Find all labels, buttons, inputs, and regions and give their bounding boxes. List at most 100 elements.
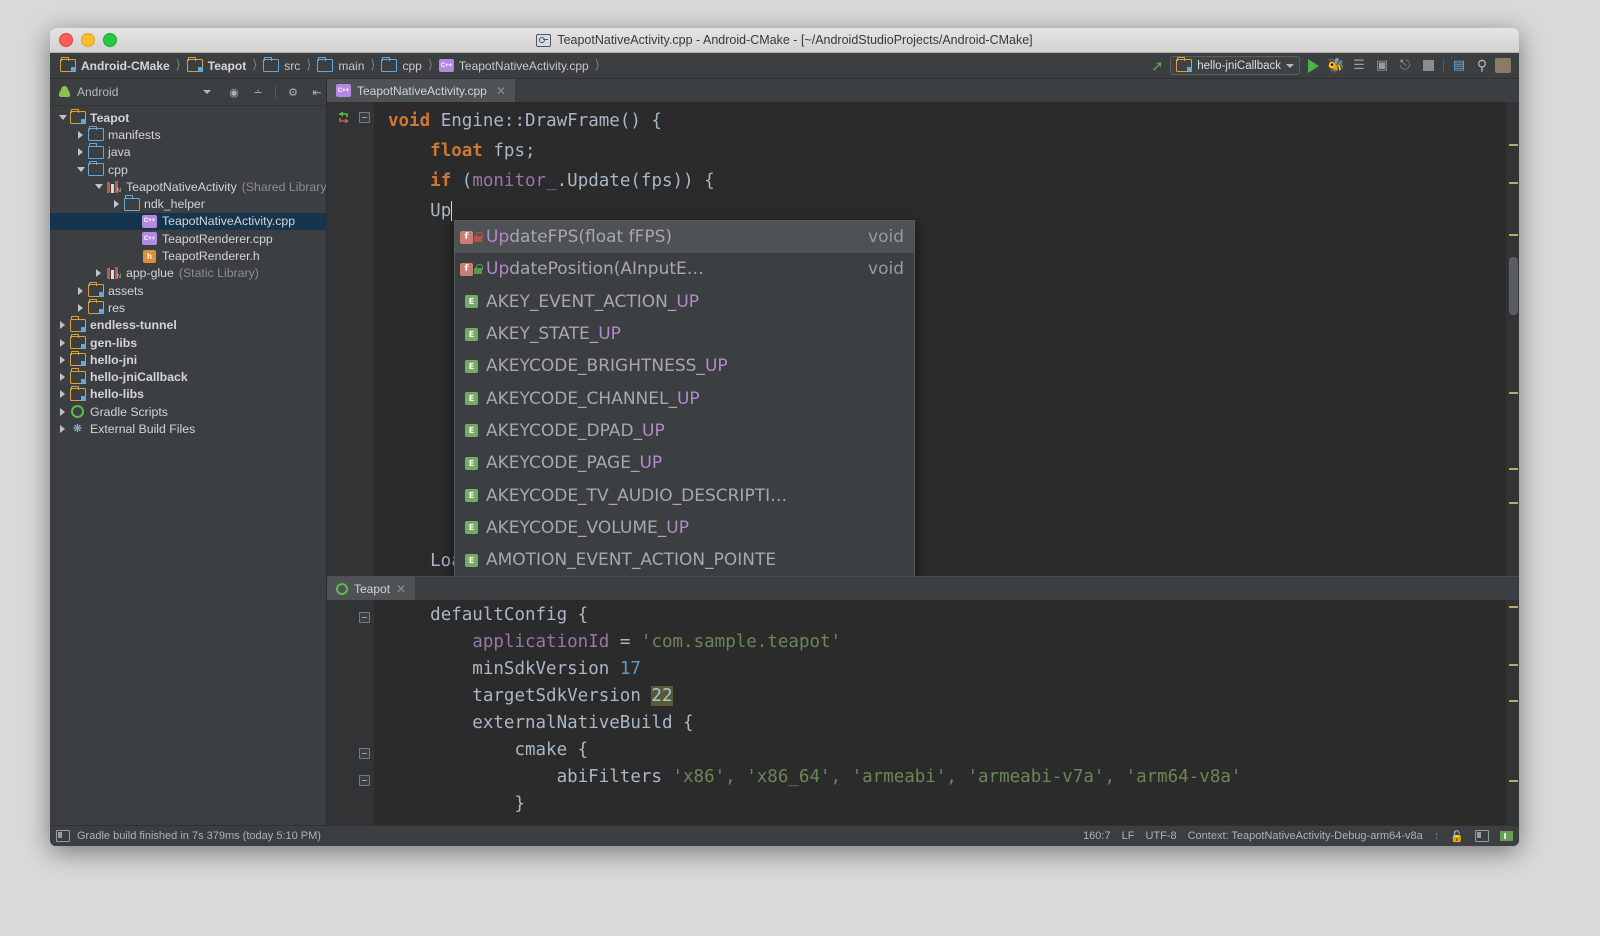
chevron-right-icon[interactable] <box>92 269 105 277</box>
tree-node-gen-libs[interactable]: gen-libs <box>50 334 326 351</box>
search-icon[interactable]: ⚲ <box>1472 57 1492 75</box>
tree-node-teapotnativeactivity-cpp[interactable]: TeapotNativeActivity.cpp <box>50 213 326 230</box>
tree-node-cpp[interactable]: cpp <box>50 161 326 178</box>
editor-vertical-scrollbar[interactable] <box>1509 257 1518 315</box>
chevron-right-icon[interactable] <box>56 321 69 329</box>
memory-indicator[interactable] <box>1500 831 1513 841</box>
chevron-down-icon[interactable] <box>74 167 87 172</box>
completion-item[interactable]: AKEYCODE_CHANNEL_UP <box>455 382 914 414</box>
chevron-right-icon[interactable] <box>56 356 69 364</box>
completion-item[interactable]: AKEY_EVENT_ACTION_UP <box>455 286 914 318</box>
gradle-code-area[interactable]: defaultConfig { applicationId = 'com.sam… <box>374 600 1519 825</box>
collapse-all-icon[interactable]: ∸ <box>249 83 267 101</box>
fold-marker[interactable] <box>359 612 370 623</box>
tree-node-endless-tunnel[interactable]: endless-tunnel <box>50 317 326 334</box>
completion-item[interactable]: AMOTION_EVENT_ACTION_POINTE <box>455 544 914 576</box>
gradle-editor[interactable]: defaultConfig { applicationId = 'com.sam… <box>327 600 1519 825</box>
locate-icon[interactable]: ◉ <box>225 83 243 101</box>
tree-node-gradle-scripts[interactable]: Gradle Scripts <box>50 403 326 420</box>
fold-marker[interactable] <box>359 775 370 786</box>
profile-icon[interactable]: ☰ <box>1349 57 1369 75</box>
editor-gutter[interactable] <box>327 102 374 576</box>
chevron-right-icon[interactable] <box>74 287 87 295</box>
run-configuration-selector[interactable]: hello-jniCallback <box>1170 56 1300 75</box>
editor-marker-column[interactable] <box>1506 102 1519 576</box>
completion-item[interactable]: AKEYCODE_TV_AUDIO_DESCRIPTI… <box>455 479 914 511</box>
tree-node-hello-libs[interactable]: hello-libs <box>50 386 326 403</box>
project-view-selector[interactable]: Android <box>77 85 197 99</box>
code-completion-popup[interactable]: UpdateFPS(float fFPS)voidUpdatePosition(… <box>454 220 915 576</box>
context-chevron-icon[interactable]: ↕ <box>1434 830 1440 842</box>
completion-item[interactable]: AKEYCODE_VOLUME_UP <box>455 512 914 544</box>
debug-icon[interactable]: 🐝 <box>1326 57 1346 75</box>
attach-debugger-icon[interactable]: ▣ <box>1372 57 1392 75</box>
tree-node-ndk-helper[interactable]: ndk_helper <box>50 195 326 212</box>
caret-position[interactable]: 160:7 <box>1083 830 1111 842</box>
breadcrumb-item-android-cmake[interactable]: Android-CMake <box>56 59 172 73</box>
close-icon[interactable]: ✕ <box>396 582 406 596</box>
apply-changes-icon[interactable]: ⎋ <box>1395 57 1415 75</box>
tree-node-manifests[interactable]: manifests <box>50 126 326 143</box>
gradle-gutter[interactable] <box>327 600 374 825</box>
editor-column: TeapotNativeActivity.cpp ✕ <box>327 79 1519 825</box>
fold-marker[interactable] <box>359 112 370 123</box>
completion-item[interactable]: AKEY_STATE_UP <box>455 318 914 350</box>
breadcrumb-item-file[interactable]: TeapotNativeActivity.cpp <box>435 59 591 73</box>
lock-icon[interactable]: 🔓 <box>1450 830 1464 843</box>
fold-marker[interactable] <box>359 748 370 759</box>
tree-node-hello-jnicallback[interactable]: hello-jniCallback <box>50 368 326 385</box>
chevron-down-icon[interactable] <box>92 184 105 189</box>
lock-icon <box>474 232 482 242</box>
tree-node-teapotnativeactivity[interactable]: NTeapotNativeActivity(Shared Library) <box>50 178 326 195</box>
breadcrumb-item-teapot[interactable]: Teapot <box>183 59 248 73</box>
hide-icon[interactable]: ⇤ <box>308 83 326 101</box>
chevron-down-icon[interactable] <box>203 90 211 94</box>
avatar-icon[interactable] <box>1495 58 1511 73</box>
line-separator[interactable]: LF <box>1122 830 1135 842</box>
chevron-right-icon[interactable] <box>56 408 69 416</box>
tree-node-res[interactable]: res <box>50 299 326 316</box>
tab-teapot-gradle[interactable]: Teapot ✕ <box>327 577 415 600</box>
tree-node-assets[interactable]: assets <box>50 282 326 299</box>
stop-icon[interactable] <box>1418 57 1438 75</box>
completion-item[interactable]: UpdateFPS(float fFPS)void <box>455 221 914 253</box>
tree-node-teapot[interactable]: Teapot <box>50 109 326 126</box>
chevron-down-icon[interactable] <box>56 115 69 120</box>
chevron-right-icon[interactable] <box>110 200 123 208</box>
toggle-tool-windows-icon[interactable] <box>56 830 70 842</box>
tree-node-java[interactable]: java <box>50 144 326 161</box>
tree-node-external-build-files[interactable]: ❋External Build Files <box>50 420 326 437</box>
avd-manager-icon[interactable]: ▤ <box>1449 57 1469 75</box>
tab-teapotnativeactivity-cpp[interactable]: TeapotNativeActivity.cpp ✕ <box>327 79 515 102</box>
code-text-area[interactable]: void Engine::DrawFrame() { float fps; if… <box>374 102 1519 576</box>
chevron-right-icon[interactable] <box>56 425 69 433</box>
chevron-right-icon[interactable] <box>56 390 69 398</box>
main-toolbar: ➚ hello-jniCallback 🐝 ☰ ▣ ⎋ ▤ ⚲ <box>1147 56 1519 75</box>
chevron-right-icon[interactable] <box>74 131 87 139</box>
sync-gradle-icon[interactable]: ➚ <box>1147 57 1167 75</box>
completion-item[interactable]: AKEYCODE_PAGE_UP <box>455 447 914 479</box>
chevron-right-icon[interactable] <box>74 304 87 312</box>
run-icon[interactable] <box>1303 57 1323 75</box>
chevron-right-icon[interactable] <box>74 148 87 156</box>
close-icon[interactable]: ✕ <box>496 84 506 98</box>
completion-item[interactable]: AKEYCODE_BRIGHTNESS_UP <box>455 350 914 382</box>
completion-item[interactable]: UpdatePosition(AInputE…void <box>455 253 914 285</box>
chevron-right-icon[interactable] <box>56 339 69 347</box>
breadcrumb-item-src[interactable]: src <box>259 59 302 73</box>
tree-node-app-glue[interactable]: Napp-glue(Static Library) <box>50 265 326 282</box>
gradle-marker-column[interactable] <box>1506 600 1519 825</box>
breadcrumb-item-main[interactable]: main <box>313 59 366 73</box>
tree-node-teapotrenderer-cpp[interactable]: TeapotRenderer.cpp <box>50 230 326 247</box>
completion-item[interactable]: AKEYCODE_DPAD_UP <box>455 415 914 447</box>
file-encoding[interactable]: UTF-8 <box>1145 830 1176 842</box>
chevron-right-icon[interactable] <box>56 373 69 381</box>
event-log-icon[interactable] <box>1475 830 1489 842</box>
tree-node-teapotrenderer-h[interactable]: TeapotRenderer.h <box>50 247 326 264</box>
tree-node-hello-jni[interactable]: hello-jni <box>50 351 326 368</box>
settings-icon[interactable]: ⚙ <box>284 83 302 101</box>
project-tree[interactable]: TeapotmanifestsjavacppNTeapotNativeActiv… <box>50 106 326 825</box>
breadcrumb-item-cpp[interactable]: cpp <box>377 59 423 73</box>
code-editor[interactable]: void Engine::DrawFrame() { float fps; if… <box>327 102 1519 576</box>
build-context[interactable]: Context: TeapotNativeActivity-Debug-arm6… <box>1188 830 1423 842</box>
